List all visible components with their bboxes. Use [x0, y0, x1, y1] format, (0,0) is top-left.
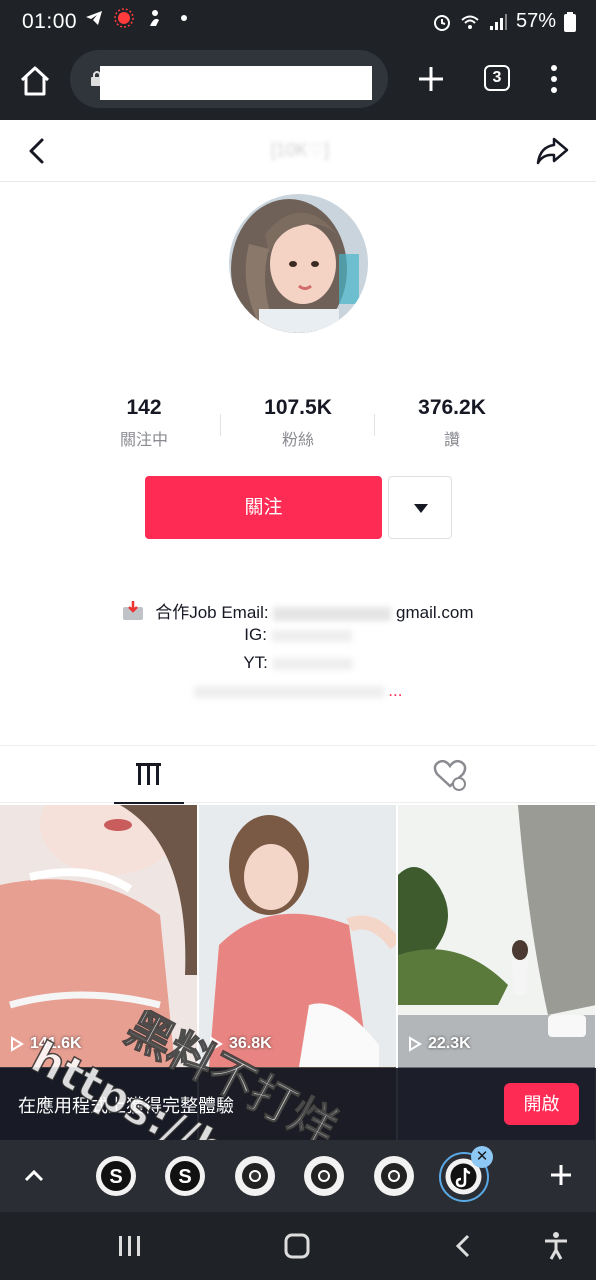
signal-icon — [489, 13, 507, 30]
view-count: 22.3K — [408, 1035, 471, 1053]
browser-tab-strip: S S ✕ — [0, 1140, 596, 1212]
plus-icon[interactable] — [414, 62, 448, 96]
video-cover-image — [398, 805, 595, 1067]
bio-email-line: 合作Job Email: gmail.com — [0, 598, 596, 623]
bio-ig-line: IG: — [0, 625, 596, 645]
bio-yt-redacted — [272, 657, 353, 670]
bio-email-prefix: 合作Job Email: — [155, 603, 269, 622]
svg-text:S: S — [109, 1166, 122, 1188]
bio-more-redacted — [193, 685, 384, 698]
home-icon[interactable] — [16, 62, 54, 100]
android-nav-bar — [0, 1212, 596, 1280]
tab-liked[interactable] — [420, 746, 480, 804]
page-title: [10K♡] — [270, 140, 330, 160]
browser-tab[interactable] — [235, 1156, 275, 1196]
svg-text:S: S — [178, 1166, 191, 1188]
followers-stat[interactable]: 107.5K 粉絲 — [218, 396, 378, 450]
close-icon[interactable]: ✕ — [471, 1146, 493, 1168]
bio-yt-label: YT: — [243, 653, 268, 672]
profile-stats: 142 關注中 107.5K 粉絲 376.2K 讚 — [60, 396, 536, 456]
profile-tabs — [0, 745, 596, 804]
status-time: 01:00 — [22, 10, 78, 33]
menu-dots-icon[interactable] — [546, 64, 562, 94]
view-count-value: 22.3K — [428, 1035, 471, 1052]
open-app-button[interactable]: 開啟 — [504, 1083, 579, 1125]
likes-label: 讚 — [443, 432, 460, 449]
heart-hidden-icon — [433, 759, 467, 791]
site-s-icon: S — [101, 1161, 131, 1191]
recents-icon[interactable] — [114, 1230, 146, 1262]
view-count-value: 36.8K — [229, 1035, 272, 1052]
status-left-icons — [84, 8, 194, 28]
jump-icon — [150, 10, 159, 26]
status-right: 57% — [432, 10, 576, 33]
browser-toolbar: 3 — [0, 44, 596, 120]
grid-bars-icon — [136, 763, 161, 785]
avatar-photo — [229, 194, 368, 333]
browser-tab[interactable] — [374, 1156, 414, 1196]
bio-more-dots[interactable]: ... — [388, 681, 402, 700]
back-icon[interactable] — [448, 1230, 480, 1262]
video-cover-image — [199, 805, 396, 1067]
back-chevron-icon[interactable] — [22, 136, 52, 166]
tab-videos[interactable] — [114, 746, 184, 804]
app-banner-text: 在應用程式上獲得完整體驗 — [18, 1096, 234, 1116]
likes-count: 376.2K — [418, 396, 486, 419]
status-bar: 01:00 57% — [0, 0, 596, 44]
battery-percent: 57% — [515, 10, 556, 32]
chrome-icon — [242, 1163, 268, 1189]
browser-tab[interactable]: S — [165, 1156, 205, 1196]
site-s-icon: S — [170, 1161, 200, 1191]
alarm-icon — [433, 14, 450, 31]
view-count: 36.8K — [209, 1035, 272, 1053]
followers-label: 粉絲 — [281, 432, 314, 449]
inbox-tray-icon — [123, 601, 144, 620]
chrome-icon — [381, 1163, 407, 1189]
dot-icon — [181, 15, 187, 21]
followers-count: 107.5K — [264, 396, 332, 419]
caret-down-icon — [414, 504, 428, 513]
tab-count-button[interactable]: 3 — [484, 65, 510, 91]
page-header: [10K♡] — [0, 120, 596, 182]
chrome-icon — [311, 1163, 337, 1189]
address-bar[interactable] — [70, 50, 388, 108]
view-count: 141.6K — [10, 1035, 82, 1053]
bio-email-redacted — [273, 606, 392, 621]
chevron-up-icon[interactable] — [20, 1162, 48, 1190]
new-tab-plus-icon[interactable] — [548, 1162, 574, 1188]
video-cover-image — [0, 805, 197, 1067]
browser-tab[interactable]: S — [96, 1156, 136, 1196]
video-thumbnail[interactable]: 22.3K — [398, 805, 595, 1067]
follow-button[interactable]: 關注 — [145, 476, 382, 539]
open-app-banner: 在應用程式上獲得完整體驗 開啟 — [0, 1068, 596, 1140]
battery-icon — [564, 11, 576, 32]
play-icon — [409, 1036, 422, 1052]
likes-stat: 376.2K 讚 — [372, 396, 532, 450]
suggested-accounts-button[interactable] — [388, 476, 452, 539]
play-icon — [210, 1036, 223, 1052]
bio-more-line[interactable]: ... — [0, 681, 596, 701]
following-label: 關注中 — [119, 432, 168, 449]
bio-ig-label: IG: — [244, 625, 267, 644]
avatar[interactable] — [229, 194, 368, 333]
share-icon[interactable] — [534, 134, 570, 168]
following-count: 142 — [126, 396, 162, 419]
view-count-value: 141.6K — [30, 1035, 82, 1052]
telegram-icon — [86, 11, 102, 25]
play-icon — [11, 1036, 24, 1052]
bio-email-suffix: gmail.com — [396, 603, 474, 622]
record-icon — [114, 8, 134, 28]
following-stat[interactable]: 142 關注中 — [64, 396, 224, 450]
accessibility-icon[interactable] — [540, 1230, 572, 1262]
home-button-icon[interactable] — [281, 1230, 313, 1262]
browser-tab[interactable] — [304, 1156, 344, 1196]
video-thumbnail[interactable]: 36.8K — [199, 805, 396, 1067]
wifi-icon — [461, 15, 479, 29]
bio-yt-line: YT: — [0, 653, 596, 673]
bio-ig-redacted — [271, 629, 352, 642]
url-text[interactable] — [100, 66, 372, 100]
video-thumbnail[interactable]: 141.6K — [0, 805, 197, 1067]
